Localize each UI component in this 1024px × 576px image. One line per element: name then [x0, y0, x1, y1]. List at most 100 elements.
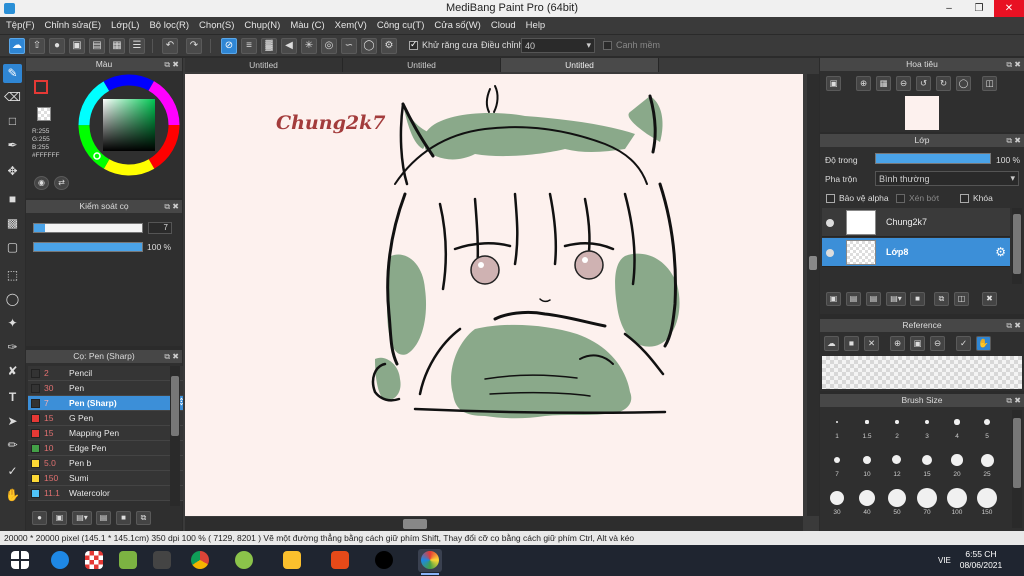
background-color-swatch[interactable]	[37, 107, 51, 121]
menu-cloud[interactable]: Cloud	[491, 17, 522, 34]
brush-new-icon[interactable]: ▣	[52, 511, 67, 525]
foreground-color-swatch[interactable]	[34, 80, 48, 94]
brush-folder-icon[interactable]: ■	[116, 511, 131, 525]
menu-file[interactable]: Tệp(F)	[6, 17, 41, 34]
smooth-checkbox[interactable]	[603, 41, 612, 50]
panel-float-close-icon[interactable]: ⧉ ✖	[164, 350, 179, 363]
taskbar-layers-app[interactable]	[116, 549, 140, 572]
reference-zoom-out-icon[interactable]: ⊖	[930, 336, 945, 351]
brush-list-scrollbar[interactable]	[170, 366, 180, 506]
close-button[interactable]: ✕	[994, 0, 1024, 17]
brush-copy-icon[interactable]: ⧉	[136, 511, 151, 525]
grid-panel-icon[interactable]: ▦	[109, 38, 125, 54]
brush-size-option[interactable]: 40	[852, 486, 882, 516]
menu-tools[interactable]: Công cụ(T)	[377, 17, 431, 34]
adjust-select[interactable]: 40 ▾	[521, 38, 595, 53]
lasso-tool-icon[interactable]: ◯	[3, 290, 22, 309]
reference-hand-icon[interactable]: ✋	[976, 336, 991, 351]
brush-size-option[interactable]: 4	[942, 410, 972, 440]
taskbar-chrome[interactable]	[188, 549, 212, 572]
brush-size-option[interactable]: 2	[882, 410, 912, 440]
gradient-tool-icon[interactable]: ▢	[3, 238, 22, 257]
brush-size-scroll-thumb[interactable]	[1013, 418, 1021, 488]
layer-folder-icon[interactable]: ■	[910, 292, 925, 306]
panel-float-close-icon[interactable]: ⧉ ✖	[1006, 134, 1021, 147]
brush-item[interactable]: 15 Mapping Pen	[28, 426, 190, 441]
layer-opacity-slider[interactable]	[875, 153, 991, 164]
layer-list-scrollbar[interactable]	[1012, 208, 1022, 284]
operation-tool-icon[interactable]: ➤	[3, 412, 22, 431]
menu-window[interactable]: Cửa số(W)	[434, 17, 486, 34]
brush-doc-icon[interactable]: ▤	[96, 511, 111, 525]
layer-list-scroll-thumb[interactable]	[1013, 214, 1021, 274]
panel-float-close-icon[interactable]: ⧉ ✖	[164, 200, 179, 213]
brush-size-scrollbar[interactable]	[1012, 410, 1022, 528]
share-icon[interactable]: ⇧	[29, 38, 45, 54]
taskbar-green-app[interactable]	[232, 549, 256, 572]
brush-size-option[interactable]: 12	[882, 448, 912, 478]
visibility-eye-icon[interactable]	[826, 249, 834, 257]
brush-size-option[interactable]: 3	[912, 410, 942, 440]
brush-item[interactable]: 10 Edge Pen	[28, 441, 190, 456]
tab-untitled-3[interactable]: Untitled	[501, 58, 659, 72]
brush-menu-icon[interactable]: ▤▾	[72, 511, 92, 525]
comment-icon[interactable]: ▣	[69, 38, 85, 54]
redo-icon[interactable]: ↷	[186, 38, 202, 54]
brush-size-option[interactable]: 10	[852, 448, 882, 478]
cloud-icon[interactable]: ☁	[9, 38, 25, 54]
select-tool-icon[interactable]: ⬚	[3, 266, 22, 285]
taskbar-medibang[interactable]	[418, 549, 442, 575]
system-clock[interactable]: 6:55 CH 08/06/2021	[958, 549, 1004, 571]
select-pen-tool-icon[interactable]: ✑	[3, 338, 22, 357]
visibility-eye-icon[interactable]	[826, 219, 834, 227]
start-button[interactable]	[8, 549, 32, 572]
brush-size-option[interactable]: 150	[972, 486, 1002, 516]
brush-tool-icon[interactable]: ✎	[3, 64, 22, 83]
minimize-button[interactable]: –	[934, 0, 964, 17]
brush-list-scroll-thumb[interactable]	[171, 376, 179, 436]
brush-item[interactable]: 15 G Pen	[28, 411, 190, 426]
undo-icon[interactable]: ↶	[162, 38, 178, 54]
protect-alpha-checkbox[interactable]	[826, 194, 835, 203]
color-swap-icon[interactable]: ⇄	[54, 176, 69, 190]
taskbar-edge[interactable]	[48, 549, 72, 572]
menu-edit[interactable]: Chỉnh sửa(E)	[45, 17, 108, 34]
clipping-checkbox[interactable]	[896, 194, 905, 203]
zoom-actual-icon[interactable]: ▦	[876, 76, 891, 91]
brush-item[interactable]: 5.0 Pen b	[28, 456, 190, 471]
brush-item[interactable]: 11.1 Watercolor	[28, 486, 190, 501]
palette-icon[interactable]: ◉	[34, 176, 49, 190]
vertical-scroll-thumb[interactable]	[809, 256, 817, 270]
gear-icon[interactable]: ⚙	[995, 245, 1006, 259]
panel-float-close-icon[interactable]: ⧉ ✖	[1006, 394, 1021, 407]
brush-size-option[interactable]: 15	[912, 448, 942, 478]
brush-size-option[interactable]: 25	[972, 448, 1002, 478]
vanishing-snap-icon[interactable]: ◀	[281, 38, 297, 54]
divide-tool-icon[interactable]: ✏	[3, 436, 22, 455]
reference-cloud-icon[interactable]: ☁	[824, 336, 839, 351]
canvas-horizontal-scrollbar[interactable]	[185, 517, 803, 531]
flip-icon[interactable]: ◫	[982, 76, 997, 91]
menu-select[interactable]: Chọn(S)	[199, 17, 240, 34]
new-layer-icon[interactable]: ▣	[826, 292, 841, 306]
merge-layer-icon[interactable]: ◫	[954, 292, 969, 306]
rectangle-tool-icon[interactable]: □	[3, 112, 22, 131]
rotate-right-icon[interactable]: ↻	[936, 76, 951, 91]
antialias-checkbox[interactable]	[409, 39, 418, 50]
reference-fit-icon[interactable]: ▣	[910, 336, 925, 351]
layer-item[interactable]: Chung2k7	[822, 208, 1010, 237]
blend-mode-select[interactable]: Bình thường ▾	[875, 171, 1019, 186]
chat-icon[interactable]: ●	[49, 38, 65, 54]
fill-shape-tool-icon[interactable]: ■	[3, 190, 22, 209]
eraser-tool-icon[interactable]: ⌫	[3, 88, 22, 107]
taskbar-powerpoint[interactable]	[328, 549, 352, 572]
brush-item[interactable]: 150 Sumi	[28, 471, 190, 486]
menu-view[interactable]: Xem(V)	[335, 17, 373, 34]
tab-untitled-2[interactable]: Untitled	[343, 58, 501, 72]
drawing-canvas[interactable]: Chung2k7	[185, 74, 803, 516]
menu-snap[interactable]: Chụp(N)	[244, 17, 286, 34]
rotate-reset-icon[interactable]: ◯	[956, 76, 971, 91]
panel-float-close-icon[interactable]: ⧉ ✖	[164, 58, 179, 71]
menu-color[interactable]: Màu (C)	[290, 17, 330, 34]
eyedropper-tool-icon[interactable]: ✓	[3, 462, 22, 481]
